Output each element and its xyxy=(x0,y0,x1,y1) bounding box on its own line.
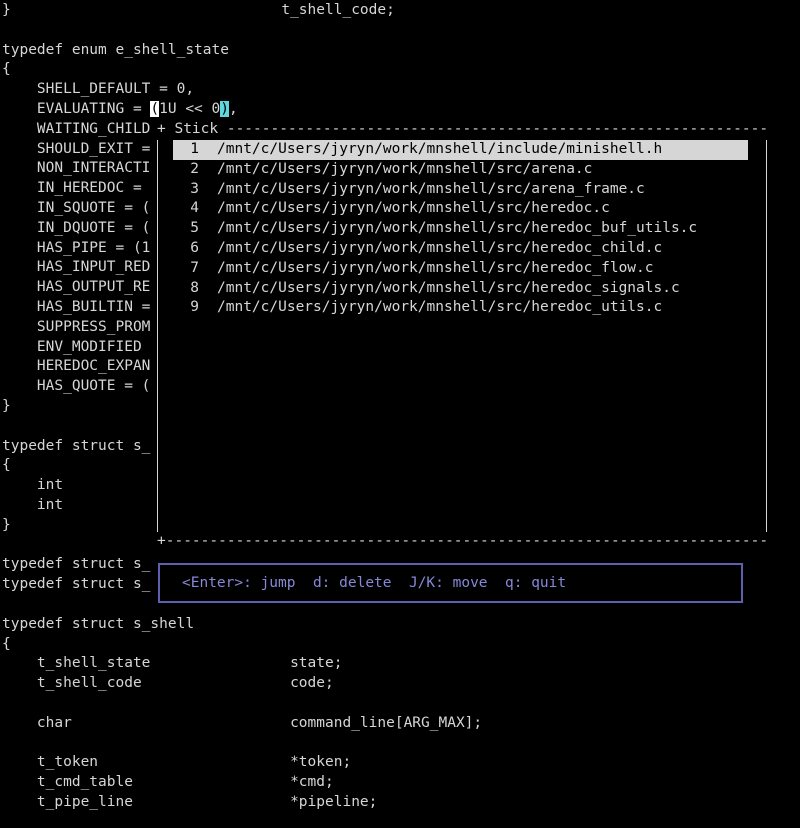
file-entry[interactable]: 2/mnt/c/Users/jyryn/work/mnshell/src/are… xyxy=(173,160,592,180)
code-line: IN_SQUOTE = ( xyxy=(2,200,151,216)
code-line: HAS_PIPE = (1 xyxy=(2,239,151,256)
code-line: IN_HEREDOC = xyxy=(2,180,151,197)
code-line: WAITING_CHILD xyxy=(2,120,151,137)
code-line: int xyxy=(2,497,64,513)
text-cursor: ( xyxy=(150,101,160,117)
popup-right-border xyxy=(758,139,767,533)
code-line: SUPPRESS_PROM xyxy=(2,318,151,335)
code-line: SHOULD_EXIT = xyxy=(2,140,151,157)
file-entry-path: /mnt/c/Users/jyryn/work/mnshell/src/here… xyxy=(217,299,663,316)
file-entry-path: /mnt/c/Users/jyryn/work/mnshell/src/aren… xyxy=(217,160,593,177)
code-line: t_pipe_line *pipeline; xyxy=(2,794,378,810)
code-line: ENV_MODIFIED xyxy=(2,338,151,355)
file-entry[interactable]: 6/mnt/c/Users/jyryn/work/mnshell/src/her… xyxy=(173,239,662,259)
file-entry-path: /mnt/c/Users/jyryn/work/mnshell/src/aren… xyxy=(217,180,645,197)
code-line: HAS_QUOTE = ( xyxy=(2,378,151,395)
code-line: typedef struct s_ xyxy=(2,556,151,573)
file-entry-number: 7 xyxy=(190,259,199,276)
popup-bottom-border: +---------------------------------------… xyxy=(157,533,767,550)
file-entry[interactable]: 7/mnt/c/Users/jyryn/work/mnshell/src/her… xyxy=(173,259,654,279)
code-line: t_shell_code code; xyxy=(2,675,334,692)
code-line: { xyxy=(2,635,11,652)
code-line: t_cmd_table *cmd; xyxy=(2,774,334,791)
code-line: { xyxy=(2,61,11,78)
file-entry-path: /mnt/c/Users/jyryn/work/mnshell/src/here… xyxy=(217,279,680,296)
file-entry-number: 9 xyxy=(190,299,199,316)
file-entry-number: 6 xyxy=(190,240,199,256)
bracket-match-highlight: ) xyxy=(220,101,229,117)
popup-top-border: + Stick --------------------------------… xyxy=(157,121,767,137)
code-line: SHELL_DEFAULT = 0, xyxy=(2,81,195,98)
file-entry[interactable]: 8/mnt/c/Users/jyryn/work/mnshell/src/her… xyxy=(173,279,680,299)
file-entry-path: /mnt/c/Users/jyryn/work/mnshell/include/… xyxy=(217,141,663,157)
code-text: , xyxy=(228,101,238,117)
file-entry-number: 5 xyxy=(190,220,199,237)
code-line: IN_DQUOTE = ( xyxy=(2,219,151,236)
file-entry-path: /mnt/c/Users/jyryn/work/mnshell/src/here… xyxy=(217,240,663,256)
help-text: <Enter>: jump d: delete J/K: move q: qui… xyxy=(182,575,567,591)
code-line-cursor: EVALUATING = (1U << 0), xyxy=(2,100,238,120)
code-line: t_shell_state state; xyxy=(2,655,343,672)
code-line: } xyxy=(2,398,11,414)
file-entry[interactable]: 1/mnt/c/Users/jyryn/work/mnshell/include… xyxy=(173,140,748,160)
file-entry-number: 1 xyxy=(190,141,199,157)
file-entry[interactable]: 9/mnt/c/Users/jyryn/work/mnshell/src/her… xyxy=(173,298,662,318)
code-line: HAS_BUILTIN = xyxy=(2,299,151,315)
help-bar: <Enter>: jump d: delete J/K: move q: qui… xyxy=(158,563,743,603)
file-picker-popup: + Stick --------------------------------… xyxy=(157,120,767,552)
file-entry-number: 2 xyxy=(190,160,199,177)
file-entry[interactable]: 5/mnt/c/Users/jyryn/work/mnshell/src/her… xyxy=(173,219,697,239)
file-entry-number: 3 xyxy=(190,180,199,197)
code-line: int xyxy=(2,477,64,494)
code-line: t_token *token; xyxy=(2,754,352,771)
code-line: HAS_INPUT_RED xyxy=(2,259,151,276)
file-entry[interactable]: 4/mnt/c/Users/jyryn/work/mnshell/src/her… xyxy=(173,199,610,219)
file-entry-number: 8 xyxy=(190,279,199,296)
code-line: typedef enum e_shell_state xyxy=(2,41,229,58)
code-line: } t_shell_code; xyxy=(2,2,395,18)
code-line: HEREDOC_EXPAN xyxy=(2,358,151,375)
file-entry[interactable]: 3/mnt/c/Users/jyryn/work/mnshell/src/are… xyxy=(173,180,645,200)
code-line: } xyxy=(2,516,11,533)
code-line: char command_line[ARG_MAX]; xyxy=(2,714,483,731)
code-line: NON_INTERACTI xyxy=(2,160,151,177)
code-line: HAS_OUTPUT_RE xyxy=(2,279,151,296)
code-text: EVALUATING = xyxy=(2,101,151,117)
code-line: typedef struct s_ xyxy=(2,576,151,593)
code-line: typedef struct s_shell xyxy=(2,615,195,632)
code-text: 1U << 0 xyxy=(159,101,221,117)
popup-left-border xyxy=(157,139,166,533)
file-entry-path: /mnt/c/Users/jyryn/work/mnshell/src/here… xyxy=(217,220,698,237)
code-line: typedef struct s_ xyxy=(2,437,151,454)
file-entry-number: 4 xyxy=(190,200,199,217)
code-line: { xyxy=(2,457,11,474)
file-entry-path: /mnt/c/Users/jyryn/work/mnshell/src/here… xyxy=(217,200,610,217)
file-entry-path: /mnt/c/Users/jyryn/work/mnshell/src/here… xyxy=(217,259,654,276)
